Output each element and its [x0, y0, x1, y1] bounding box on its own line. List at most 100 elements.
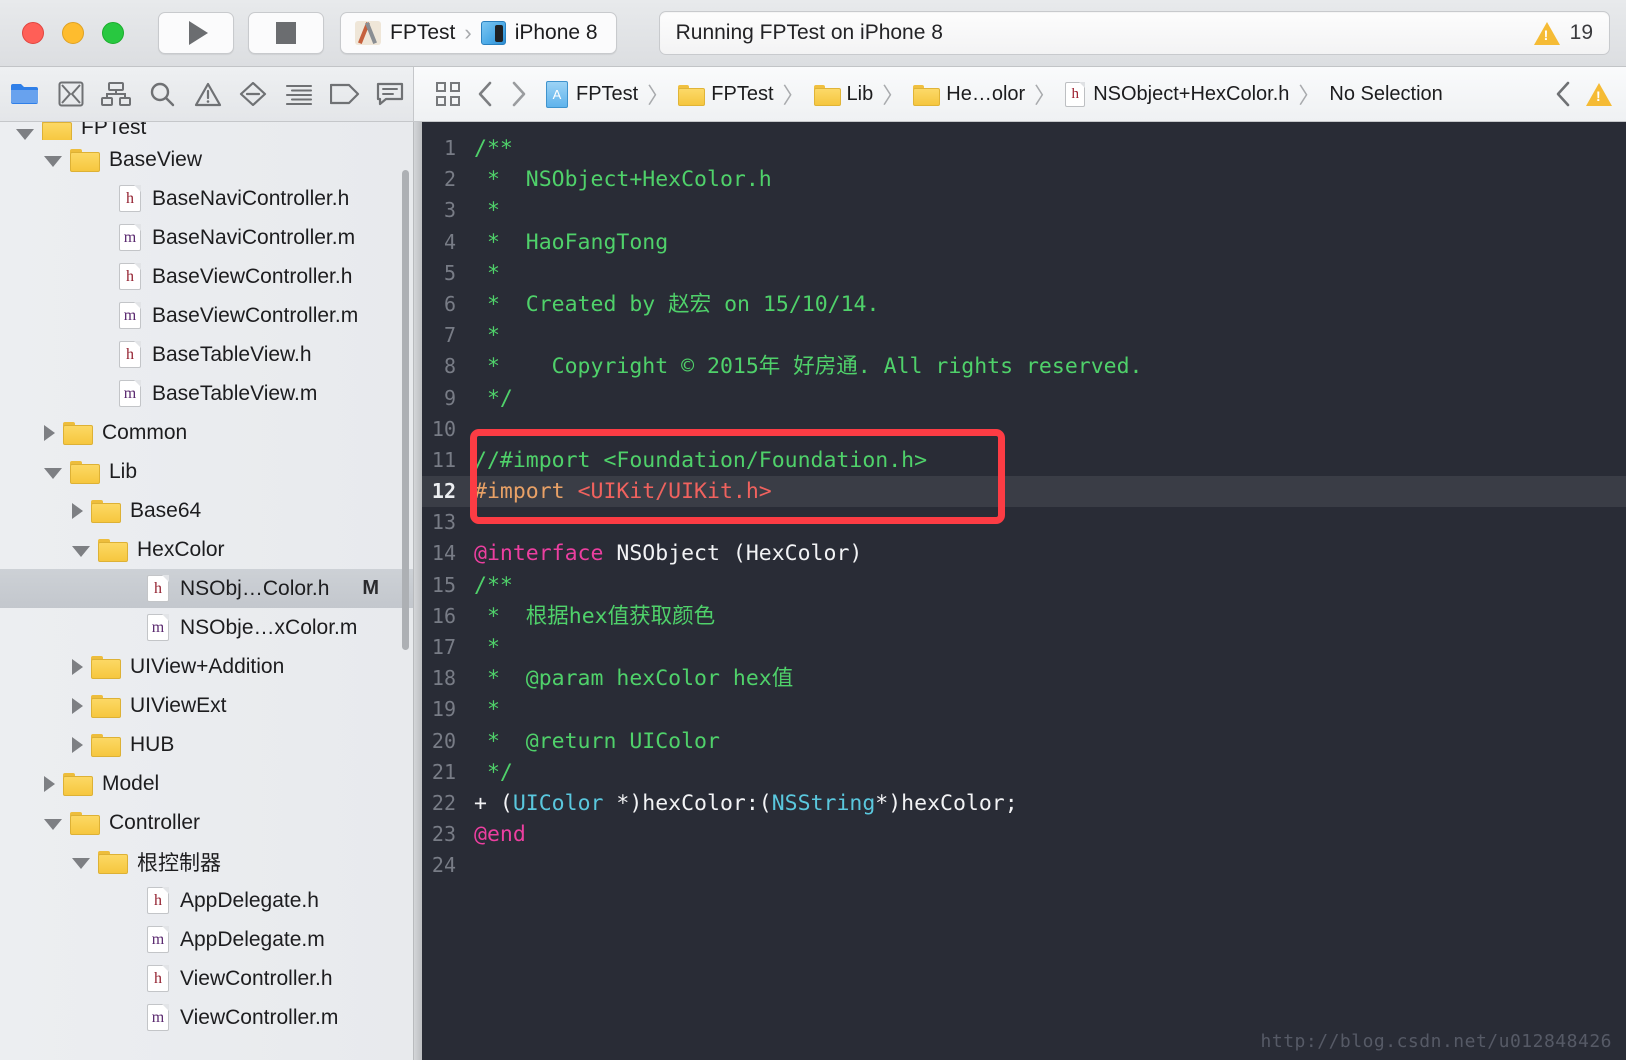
code-line[interactable]: 4 * HaoFangTong: [422, 227, 1626, 258]
breadcrumb-item-group-lib[interactable]: Lib: [813, 83, 873, 106]
tree-row[interactable]: m BaseNaviController.m: [0, 218, 413, 257]
line-number: 19: [431, 697, 456, 722]
tree-row[interactable]: Controller: [0, 803, 413, 842]
tree-row[interactable]: HexColor: [0, 530, 413, 569]
close-window-button[interactable]: [22, 22, 44, 44]
code-line[interactable]: 5 *: [422, 258, 1626, 289]
code-line[interactable]: 7 *: [422, 320, 1626, 351]
report-navigator-icon[interactable]: [367, 74, 413, 114]
tree-row[interactable]: Common: [0, 413, 413, 452]
code-line[interactable]: 6 * Created by 赵宏 on 15/10/14.: [422, 289, 1626, 320]
run-button[interactable]: [158, 12, 234, 54]
disclosure-triangle-icon[interactable]: [72, 697, 83, 714]
symbol-navigator-icon[interactable]: [93, 74, 139, 114]
code-token: @end: [474, 822, 526, 848]
code-line[interactable]: 21 */: [422, 757, 1626, 788]
code-content[interactable]: 1/** 2 * NSObject+HexColor.h 3 * 4 * HaoFan…: [422, 122, 1626, 1060]
breadcrumb-item-group-fptest[interactable]: FPTest: [678, 83, 774, 106]
disclosure-triangle-icon[interactable]: [44, 775, 55, 792]
navigate-forward-button[interactable]: [502, 75, 536, 113]
code-line[interactable]: 17 *: [422, 632, 1626, 663]
code-line[interactable]: 10: [422, 414, 1626, 445]
tree-row[interactable]: h BaseTableView.h: [0, 335, 413, 374]
code-line[interactable]: 2 * NSObject+HexColor.h: [422, 164, 1626, 195]
disclosure-triangle-icon[interactable]: [44, 155, 62, 167]
breadcrumb-item-selection[interactable]: No Selection: [1329, 83, 1442, 106]
tree-row[interactable]: FPTest: [0, 122, 413, 140]
code-line[interactable]: 23 @end: [422, 819, 1626, 850]
tree-row[interactable]: h BaseNaviController.h: [0, 179, 413, 218]
code-line[interactable]: 14 @interface NSObject (HexColor): [422, 538, 1626, 569]
related-items-icon[interactable]: [428, 75, 468, 113]
project-navigator-icon[interactable]: [2, 74, 48, 114]
warning-triangle-icon[interactable]: [1586, 82, 1612, 106]
debug-navigator-icon[interactable]: [276, 74, 322, 114]
code-line[interactable]: 15 /**: [422, 570, 1626, 601]
code-line[interactable]: 8 * Copyright © 2015年 好房通. All rights re…: [422, 351, 1626, 382]
disclosure-triangle-icon[interactable]: [16, 129, 34, 140]
tree-row[interactable]: Base64: [0, 491, 413, 530]
code-line[interactable]: 18 * @param hexColor hex值: [422, 663, 1626, 694]
collapse-jump-bar-button[interactable]: [1546, 75, 1580, 113]
tree-row[interactable]: m AppDelegate.m: [0, 920, 413, 959]
code-line[interactable]: 24: [422, 850, 1626, 881]
tree-row[interactable]: m BaseTableView.m: [0, 374, 413, 413]
issue-navigator-icon[interactable]: [185, 74, 231, 114]
tree-row[interactable]: h BaseViewController.h: [0, 257, 413, 296]
minimize-window-button[interactable]: [62, 22, 84, 44]
disclosure-triangle-icon[interactable]: [72, 658, 83, 675]
breakpoint-navigator-icon[interactable]: [322, 74, 368, 114]
disclosure-triangle-icon[interactable]: [44, 818, 62, 830]
folder-icon: [91, 734, 121, 757]
navigator-scrollbar[interactable]: [402, 170, 409, 650]
line-number: 5: [443, 260, 456, 285]
disclosure-triangle-icon[interactable]: [44, 467, 62, 479]
tree-row[interactable]: m BaseViewController.m: [0, 296, 413, 335]
tree-row[interactable]: Lib: [0, 452, 413, 491]
tree-row[interactable]: h AppDelegate.h: [0, 881, 413, 920]
tree-row[interactable]: UIView+Addition: [0, 647, 413, 686]
code-line[interactable]: 11 //#import <Foundation/Foundation.h>: [422, 445, 1626, 476]
breadcrumb-item-group-hexcolor[interactable]: He…olor: [913, 83, 1025, 106]
navigate-back-button[interactable]: [468, 75, 502, 113]
tree-row[interactable]: h ViewController.h: [0, 959, 413, 998]
code-token: * NSObject+HexColor.h: [474, 167, 772, 193]
tree-row[interactable]: BaseView: [0, 140, 413, 179]
disclosure-triangle-icon[interactable]: [72, 502, 83, 519]
tree-row[interactable]: HUB: [0, 725, 413, 764]
code-line-text: * @return UIColor: [474, 726, 720, 757]
tree-row[interactable]: 根控制器: [0, 842, 413, 881]
zoom-window-button[interactable]: [102, 22, 124, 44]
breadcrumb-item-file[interactable]: h NSObject+HexColor.h: [1065, 81, 1289, 107]
tree-row[interactable]: UIViewExt: [0, 686, 413, 725]
code-line[interactable]: 12 #import <UIKit/UIKit.h>: [422, 476, 1626, 508]
stop-button[interactable]: [248, 12, 324, 54]
tree-row[interactable]: Model: [0, 764, 413, 803]
tree-row[interactable]: m NSObje…xColor.m: [0, 608, 413, 647]
source-control-navigator-icon[interactable]: [48, 74, 94, 114]
source-editor[interactable]: 1/** 2 * NSObject+HexColor.h 3 * 4 * HaoFan…: [414, 122, 1626, 1060]
code-line[interactable]: 1 /**: [422, 133, 1626, 164]
breadcrumb-item-project[interactable]: A FPTest: [546, 80, 638, 108]
code-line[interactable]: 3 *: [422, 195, 1626, 226]
disclosure-triangle-icon[interactable]: [72, 545, 90, 557]
code-token: + (: [474, 790, 513, 816]
code-line[interactable]: 9 */: [422, 383, 1626, 414]
code-line[interactable]: 22 + (UIColor *)hexColor:(NSString*)hexCo…: [422, 788, 1626, 819]
tree-row[interactable]: m ViewController.m: [0, 998, 413, 1037]
test-navigator-icon[interactable]: [230, 74, 276, 114]
disclosure-triangle-icon[interactable]: [72, 857, 90, 869]
find-navigator-icon[interactable]: [139, 74, 185, 114]
code-line[interactable]: 20 * @return UIColor: [422, 726, 1626, 757]
disclosure-triangle-icon[interactable]: [72, 736, 83, 753]
code-line[interactable]: 13: [422, 507, 1626, 538]
code-token: *: [474, 635, 500, 660]
code-line-text: * @param hexColor hex值: [474, 663, 793, 694]
scheme-destination-control[interactable]: FPTest › iPhone 8: [340, 12, 617, 54]
code-line[interactable]: 16 * 根据hex值获取颜色: [422, 601, 1626, 632]
project-navigator[interactable]: FPTest BaseView h BaseNaviController.h m Base…: [0, 122, 414, 1060]
disclosure-triangle-icon[interactable]: [44, 424, 55, 441]
code-line[interactable]: 19 *: [422, 694, 1626, 725]
folder-icon: [91, 695, 121, 718]
tree-row[interactable]: h NSObj…Color.h M: [0, 569, 413, 608]
